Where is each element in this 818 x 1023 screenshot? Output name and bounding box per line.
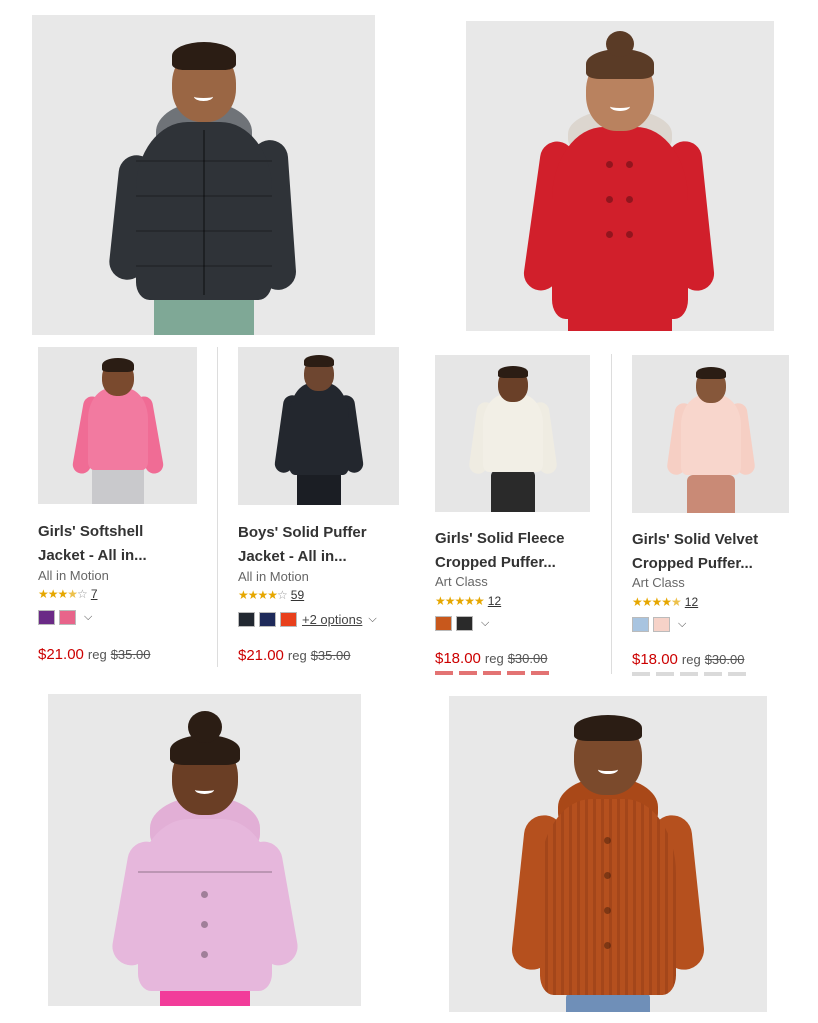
review-count[interactable]: 7 [91,587,98,601]
star-rating-icon: ★★★★★ [632,595,682,609]
product-title[interactable]: Boys' Solid Puffer Jacket - All in... [238,521,413,569]
product-title-line1[interactable]: Girls' Softshell [38,520,213,544]
color-swatches: ⌵ [435,616,489,631]
color-swatch[interactable] [653,617,670,632]
model-boy-figure [273,353,364,505]
model-toddler-boy-figure [510,707,706,1012]
product-brand[interactable]: Art Class [632,575,685,590]
product-title-line2[interactable]: Cropped Puffer... [632,552,807,576]
card-divider [611,354,612,674]
reg-label: reg [87,647,107,662]
product-brand[interactable]: All in Motion [38,568,109,583]
product-photo-toddler-rust-corduroy[interactable] [449,696,767,1012]
card-divider [217,347,218,667]
product-brand[interactable]: All in Motion [238,569,309,584]
product-title-line2[interactable]: Jacket - All in... [238,545,413,569]
color-swatches: +2 options ⌵ [238,612,377,627]
product-price: $18.00 reg $30.00 [632,651,744,668]
regular-price: $30.00 [507,651,548,666]
product-title-line1[interactable]: Girls' Solid Fleece [435,527,610,551]
product-title[interactable]: Girls' Softshell Jacket - All in... [38,520,213,568]
reg-label: reg [484,651,504,666]
color-swatch[interactable] [435,616,452,631]
product-rating[interactable]: ★★★★★ 12 [435,594,501,608]
clipped-promo-text [632,672,752,676]
clipped-promo-text [435,671,555,675]
sale-price: $18.00 [632,651,678,668]
product-photo-boy-black-puffer[interactable] [32,15,375,335]
color-swatches: ⌵ [632,617,686,632]
sale-price: $18.00 [435,650,481,667]
color-swatch[interactable] [38,610,55,625]
product-thumbnail[interactable] [238,347,399,505]
color-swatches: ⌵ [38,610,92,625]
model-girl-figure [521,31,716,331]
model-toddler-girl-figure [108,701,301,1006]
product-title-line1[interactable]: Boys' Solid Puffer [238,521,413,545]
more-options-link[interactable]: +2 options [302,612,362,627]
product-price: $18.00 reg $30.00 [435,650,547,667]
color-swatch[interactable] [632,617,649,632]
chevron-down-icon[interactable]: ⌵ [84,611,92,624]
product-rating[interactable]: ★★★★☆ 7 [38,587,98,601]
model-girl-figure [70,354,165,504]
product-price: $21.00 reg $35.00 [238,647,350,664]
sale-price: $21.00 [238,647,284,664]
product-rating[interactable]: ★★★★☆ 59 [238,588,304,602]
product-brand[interactable]: Art Class [435,574,488,589]
product-thumbnail[interactable] [632,355,789,513]
product-photo-toddler-pink-puffer[interactable] [48,694,361,1006]
product-title-line2[interactable]: Cropped Puffer... [435,551,610,575]
color-swatch[interactable] [456,616,473,631]
product-rating[interactable]: ★★★★★ 12 [632,595,698,609]
review-count[interactable]: 59 [291,588,304,602]
review-count[interactable]: 12 [488,594,501,608]
product-photo-girl-red-coat[interactable] [466,21,774,331]
star-rating-icon: ★★★★☆ [38,587,88,601]
chevron-down-icon[interactable]: ⌵ [368,613,376,626]
chevron-down-icon[interactable]: ⌵ [481,617,489,630]
color-swatch[interactable] [280,612,297,627]
color-swatch[interactable] [59,610,76,625]
model-girl-figure [665,363,756,513]
model-boy-figure [107,30,297,335]
product-title-line1[interactable]: Girls' Solid Velvet [632,528,807,552]
regular-price: $35.00 [110,647,151,662]
product-title-line2[interactable]: Jacket - All in... [38,544,213,568]
star-rating-icon: ★★★★☆ [238,588,288,602]
model-girl-figure [467,362,558,512]
product-thumbnail[interactable] [38,347,197,504]
reg-label: reg [287,648,307,663]
star-rating-icon: ★★★★★ [435,594,485,608]
product-title[interactable]: Girls' Solid Velvet Cropped Puffer... [632,528,807,576]
review-count[interactable]: 12 [685,595,698,609]
regular-price: $30.00 [704,652,745,667]
product-title[interactable]: Girls' Solid Fleece Cropped Puffer... [435,527,610,575]
chevron-down-icon[interactable]: ⌵ [678,618,686,631]
product-price: $21.00 reg $35.00 [38,646,150,663]
color-swatch[interactable] [238,612,255,627]
color-swatch[interactable] [259,612,276,627]
product-thumbnail[interactable] [435,355,590,512]
sale-price: $21.00 [38,646,84,663]
reg-label: reg [681,652,701,667]
regular-price: $35.00 [310,648,351,663]
